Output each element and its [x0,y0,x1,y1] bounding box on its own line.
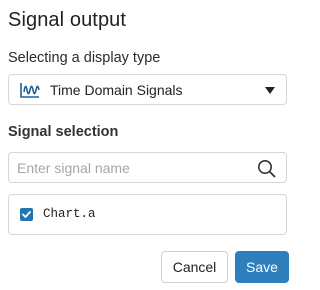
search-icon[interactable] [257,159,276,178]
display-type-label: Selecting a display type [8,50,161,66]
chevron-down-icon [265,87,275,94]
cancel-button[interactable]: Cancel [161,251,228,283]
display-type-value: Time Domain Signals [50,82,183,98]
signal-search-input[interactable] [17,158,252,178]
signal-selection-label: Signal selection [8,124,119,140]
signal-item-label: Chart.a [43,207,96,221]
dialog-title: Signal output [8,9,127,31]
checkmark-icon [22,211,31,218]
waveform-icon [20,83,40,98]
display-type-select[interactable]: Time Domain Signals [8,74,287,105]
signal-search-field[interactable] [8,152,287,183]
save-button[interactable]: Save [235,251,289,283]
signal-list: Chart.a [8,194,287,235]
signal-checkbox[interactable] [20,208,33,221]
